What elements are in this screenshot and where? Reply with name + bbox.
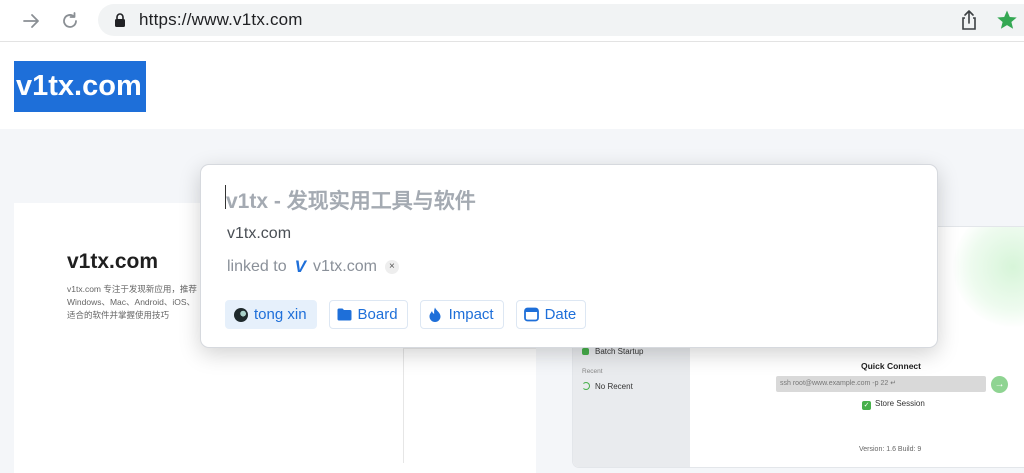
site-title[interactable]: v1tx.com (14, 61, 146, 112)
bookmark-popup: v1tx - 发现实用工具与软件 v1tx.com linked to V v1… (200, 164, 938, 348)
ssh-input: ssh root@www.example.com -p 22 ↵ (776, 376, 986, 392)
popup-domain: v1tx.com (227, 225, 292, 242)
lock-icon (115, 13, 125, 27)
tag-label: Impact (448, 306, 494, 323)
intro-card-title: v1tx.com (67, 250, 159, 273)
arrow-right-icon (23, 14, 39, 28)
linked-to-row: linked to V v1tx.com × (227, 257, 399, 277)
linked-site[interactable]: v1tx.com (313, 258, 377, 276)
reload-icon (63, 12, 77, 28)
forward-button[interactable] (20, 9, 44, 33)
go-arrow-icon: → (991, 376, 1008, 393)
text-cursor (225, 185, 226, 209)
no-recent-item: No Recent (582, 382, 633, 391)
recent-label: Recent (582, 368, 603, 375)
tag-tong-xin[interactable]: tong xin (225, 300, 317, 329)
store-session-checkbox: ✓ Store Session (862, 399, 925, 410)
v1tx-logo-icon: V (294, 257, 306, 276)
calendar-icon (523, 307, 539, 322)
tag-list: tong xin Board Impact Date (225, 300, 598, 329)
intro-desc-line: Windows、Mac、Android、iOS、 (67, 297, 196, 307)
folder-icon (337, 307, 352, 322)
tag-label: Board (357, 306, 398, 323)
history-icon (582, 382, 590, 390)
address-bar[interactable]: https://www.v1tx.com (98, 4, 1024, 36)
popup-title-input[interactable]: v1tx - 发现实用工具与软件 (226, 185, 476, 215)
app-glow-decoration (953, 227, 1024, 327)
unlink-button[interactable]: × (384, 260, 399, 274)
tag-label: tong xin (254, 306, 307, 323)
star-icon[interactable] (996, 9, 1018, 31)
flame-icon (428, 307, 443, 322)
tag-impact[interactable]: Impact (419, 300, 504, 329)
reload-button[interactable] (58, 9, 82, 33)
intro-desc-line: v1tx.com 专注于发现新应用，推荐 (67, 284, 197, 294)
intro-card-description: v1tx.com 专注于发现新应用，推荐 Windows、Mac、Android… (67, 283, 207, 322)
batch-startup-item: Batch Startup (582, 347, 643, 356)
tag-date[interactable]: Date (515, 300, 587, 329)
avatar-icon (233, 307, 248, 322)
version-text: Version: 1.6 Build: 9 (859, 446, 922, 453)
intro-desc-line: 适合的软件并掌握使用技巧 (67, 310, 170, 320)
linked-to-label: linked to (227, 258, 287, 275)
url-text: https://www.v1tx.com (139, 10, 303, 29)
batch-icon (582, 348, 589, 355)
browser-toolbar: https://www.v1tx.com (0, 0, 1024, 42)
checkbox-icon: ✓ (862, 401, 871, 410)
share-icon[interactable] (958, 9, 980, 31)
site-header: v1tx.com (0, 43, 1024, 129)
tag-board[interactable]: Board (328, 300, 408, 329)
tag-label: Date (544, 306, 577, 323)
quick-connect-title: Quick Connect (861, 361, 921, 371)
intro-card-panel (403, 348, 536, 463)
